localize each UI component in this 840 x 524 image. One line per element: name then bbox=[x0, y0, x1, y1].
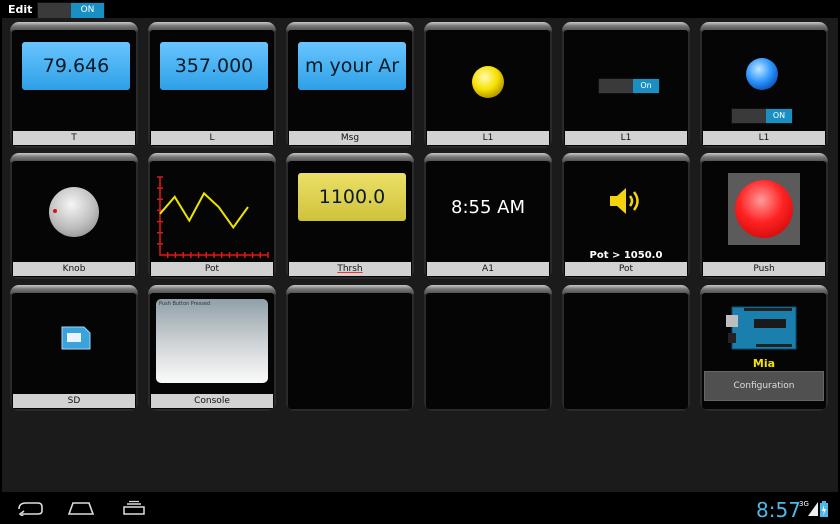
l1-toggle[interactable]: On bbox=[598, 78, 660, 94]
toggle-off-side bbox=[38, 3, 71, 18]
battery-icon bbox=[820, 501, 828, 517]
tile-a1[interactable]: 8:55 AM A1 bbox=[424, 153, 552, 279]
edit-label: Edit bbox=[8, 3, 33, 16]
tile-body bbox=[426, 293, 550, 409]
toggle-off-side bbox=[732, 109, 766, 123]
tile-label: Console bbox=[151, 394, 273, 408]
tile-label: A1 bbox=[427, 262, 549, 276]
tile-empty[interactable] bbox=[286, 285, 414, 411]
tile-label: L bbox=[151, 131, 273, 145]
pot-series-line bbox=[159, 191, 249, 230]
tile-l[interactable]: 357.000 L bbox=[148, 22, 276, 148]
sound-condition-text: Pot > 1050.0 bbox=[589, 250, 663, 261]
tile-msg[interactable]: m your Ar Msg bbox=[286, 22, 414, 148]
tile-body bbox=[288, 293, 412, 409]
t-display: 79.646 bbox=[22, 42, 130, 90]
tile-push[interactable]: Push bbox=[700, 153, 828, 279]
knob-control[interactable] bbox=[49, 187, 99, 237]
tile-pot-sound[interactable]: Pot > 1050.0 Pot bbox=[562, 153, 690, 279]
tile-body: ON bbox=[702, 30, 826, 146]
console-output: Push Button Pressed bbox=[156, 299, 268, 383]
tile-label: T bbox=[13, 131, 135, 145]
tile-body bbox=[150, 161, 274, 277]
tile-body: 1100.0 bbox=[288, 161, 412, 277]
tile-body: 79.646 bbox=[12, 30, 136, 146]
tile-body: m your Ar bbox=[288, 30, 412, 146]
tile-l1-led-blue[interactable]: ON L1 bbox=[700, 22, 828, 148]
tile-body: Mia Configuration bbox=[702, 293, 826, 409]
tile-board[interactable]: Mia Configuration bbox=[700, 285, 828, 411]
status-clock: 8:57 bbox=[756, 498, 801, 522]
top-bar: Edit ON bbox=[0, 0, 840, 20]
sd-card-icon bbox=[61, 326, 91, 350]
arduino-board-icon bbox=[726, 306, 797, 350]
tile-body bbox=[12, 293, 136, 409]
thrsh-label-text: Thrsh bbox=[337, 264, 363, 274]
tile-empty[interactable] bbox=[562, 285, 690, 411]
tile-label: Knob bbox=[13, 262, 135, 276]
msg-display: m your Ar bbox=[298, 42, 406, 90]
push-button[interactable] bbox=[735, 180, 793, 238]
tile-label: SD bbox=[13, 394, 135, 408]
toggle-off-side bbox=[599, 79, 633, 93]
tile-pot-chart[interactable]: Pot bbox=[148, 153, 276, 279]
tile-console[interactable]: Push Button Pressed Console bbox=[148, 285, 276, 411]
tile-label: L1 bbox=[703, 131, 825, 145]
console-line: Push Button Pressed bbox=[159, 301, 211, 307]
tile-label: Pot bbox=[151, 262, 273, 276]
tile-empty[interactable] bbox=[424, 285, 552, 411]
tile-sd[interactable]: SD bbox=[10, 285, 138, 411]
tile-body bbox=[426, 30, 550, 146]
navigation-bar bbox=[0, 492, 840, 524]
chart-axis bbox=[159, 177, 268, 256]
tile-body: 8:55 AM bbox=[426, 161, 550, 277]
configuration-button[interactable]: Configuration bbox=[704, 371, 824, 401]
tile-body: On bbox=[564, 30, 688, 146]
back-icon[interactable] bbox=[16, 500, 44, 516]
l-display: 357.000 bbox=[160, 42, 268, 90]
tile-body bbox=[702, 161, 826, 277]
pot-chart bbox=[157, 176, 269, 258]
tile-l1-led-yellow[interactable]: L1 bbox=[424, 22, 552, 148]
speaker-icon bbox=[610, 188, 639, 214]
tile-label: Thrsh bbox=[289, 262, 411, 276]
tile-label: Pot bbox=[565, 262, 687, 276]
l1-toggle[interactable]: ON bbox=[731, 108, 793, 124]
edit-toggle[interactable]: ON bbox=[37, 2, 105, 19]
yellow-led-icon bbox=[472, 66, 504, 98]
tile-l1-switch[interactable]: On L1 bbox=[562, 22, 690, 148]
knob-indicator bbox=[53, 209, 57, 213]
toggle-state-label: ON bbox=[71, 3, 104, 18]
tile-body bbox=[12, 161, 136, 277]
toggle-state-label: On bbox=[633, 79, 659, 93]
tile-label: Msg bbox=[289, 131, 411, 145]
tile-label: L1 bbox=[427, 131, 549, 145]
board-name: Mia bbox=[752, 357, 776, 370]
tile-knob[interactable]: Knob bbox=[10, 153, 138, 279]
toggle-state-label: ON bbox=[766, 109, 792, 123]
tile-body bbox=[564, 293, 688, 409]
tile-label: Push bbox=[703, 262, 825, 276]
tile-body: Push Button Pressed bbox=[150, 293, 274, 409]
recent-apps-icon[interactable] bbox=[121, 500, 147, 516]
tile-body: Pot > 1050.0 bbox=[564, 161, 688, 277]
tile-label: L1 bbox=[565, 131, 687, 145]
tile-thrsh[interactable]: 1100.0 Thrsh bbox=[286, 153, 414, 279]
thrsh-display: 1100.0 bbox=[298, 173, 406, 221]
a1-time-display: 8:55 AM bbox=[451, 197, 525, 218]
tile-body: 357.000 bbox=[150, 30, 274, 146]
home-icon[interactable] bbox=[66, 500, 96, 516]
tile-t[interactable]: 79.646 T bbox=[10, 22, 138, 148]
blue-led-icon bbox=[746, 58, 778, 90]
signal-icon bbox=[808, 502, 818, 516]
